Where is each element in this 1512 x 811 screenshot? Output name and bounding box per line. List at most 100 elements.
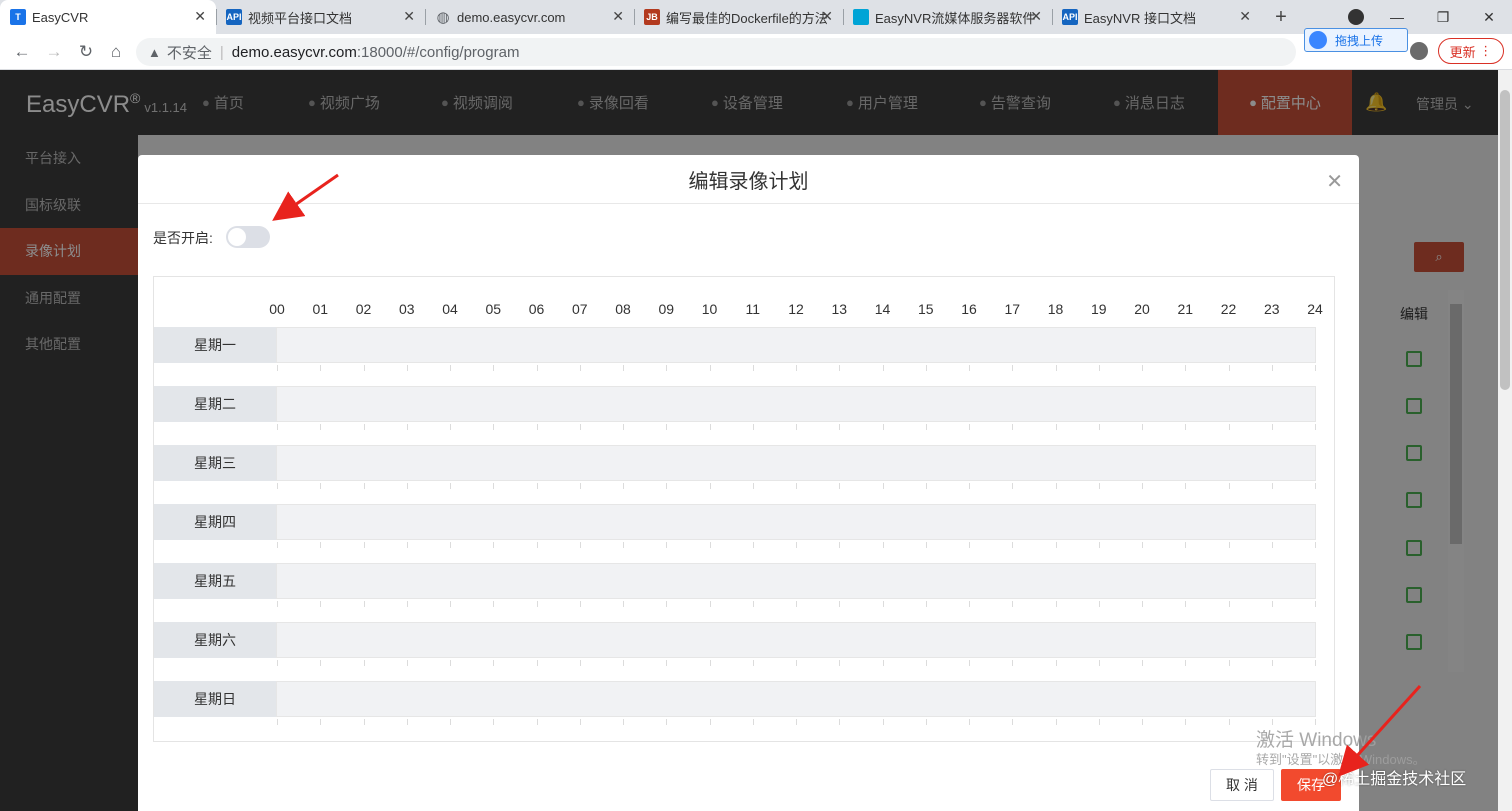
hour-tick — [277, 719, 278, 725]
cancel-button[interactable]: 取 消 — [1210, 769, 1274, 801]
update-button[interactable]: 更新 ⋮ — [1438, 38, 1504, 64]
tab-close-icon[interactable]: ✕ — [612, 8, 624, 25]
hour-tick — [1228, 719, 1230, 725]
hour-tick — [450, 483, 451, 489]
hour-tick — [363, 601, 365, 607]
hour-tick — [1098, 660, 1100, 666]
hour-tick — [1012, 719, 1014, 725]
day-label: 星期四 — [154, 504, 276, 540]
new-tab-icon[interactable]: + — [1261, 0, 1301, 34]
drag-upload-button[interactable]: 拖拽上传 — [1304, 28, 1408, 52]
hour-tick — [839, 719, 841, 725]
hour-label: 20 — [1134, 301, 1150, 317]
forward-icon[interactable]: → — [42, 40, 66, 64]
hour-tick — [839, 483, 841, 489]
url-input[interactable]: ▲ 不安全 | demo.easycvr.com:18000/#/config/… — [136, 38, 1296, 66]
profile-icon[interactable] — [1410, 42, 1428, 60]
day-time-bar[interactable] — [276, 327, 1316, 363]
close-icon[interactable]: ✕ — [1326, 169, 1343, 194]
day-time-bar[interactable] — [276, 386, 1316, 422]
hour-tick — [406, 660, 408, 666]
hour-tick — [1185, 542, 1187, 548]
hour-tick — [363, 365, 365, 371]
hour-tick — [709, 660, 711, 666]
hour-tick — [882, 424, 884, 430]
hour-tick — [752, 719, 754, 725]
hour-label: 18 — [1047, 301, 1064, 317]
hour-tick — [709, 483, 711, 489]
tab-favicon-icon: JB — [644, 9, 660, 25]
hour-tick — [493, 601, 495, 607]
hour-tick — [969, 660, 970, 666]
minimize-icon[interactable]: — — [1374, 9, 1420, 25]
tab-close-icon[interactable]: ✕ — [1239, 8, 1251, 25]
hour-tick — [796, 542, 797, 548]
hour-tick — [1142, 483, 1143, 489]
upload-label: 拖拽上传 — [1335, 33, 1384, 48]
hour-label: 00 — [269, 301, 285, 317]
hour-tick — [882, 601, 884, 607]
hour-tick — [969, 483, 970, 489]
hour-tick — [882, 660, 884, 666]
browser-tab[interactable]: JB 编写最佳的Dockerfile的方法 ✕ — [634, 0, 843, 34]
hour-tick — [493, 483, 495, 489]
hour-tick — [1098, 542, 1100, 548]
hour-tick — [406, 483, 408, 489]
hour-tick — [969, 365, 970, 371]
hour-tick — [363, 542, 365, 548]
hour-tick — [277, 601, 278, 607]
hour-label: 21 — [1177, 301, 1194, 317]
reload-icon[interactable]: ↻ — [74, 40, 98, 64]
hour-tick — [1142, 424, 1143, 430]
hour-tick — [925, 719, 927, 725]
hour-tick — [363, 719, 365, 725]
browser-tab[interactable]: EasyNVR流媒体服务器软件 ✕ — [843, 0, 1052, 34]
hour-tick — [666, 365, 668, 371]
browser-tab[interactable]: T EasyCVR ✕ — [0, 0, 216, 34]
tab-title: EasyNVR 接口文档 — [1084, 10, 1196, 26]
hour-tick — [320, 719, 322, 725]
hour-tick — [1012, 601, 1014, 607]
hour-tick — [1315, 719, 1316, 725]
tab-favicon-icon: API — [1062, 9, 1078, 25]
day-time-bar[interactable] — [276, 622, 1316, 658]
hour-tick — [1315, 424, 1316, 430]
hour-tick — [536, 601, 538, 607]
tab-close-icon[interactable]: ✕ — [821, 8, 833, 25]
cloud-icon — [1309, 31, 1327, 49]
day-time-bar[interactable] — [276, 563, 1316, 599]
hour-tick — [969, 424, 970, 430]
hour-tick — [277, 365, 278, 371]
home-icon[interactable]: ⌂ — [104, 40, 128, 64]
hour-tick — [1142, 542, 1143, 548]
tab-close-icon[interactable]: ✕ — [1030, 8, 1042, 25]
hour-tick — [1228, 542, 1230, 548]
browser-menu-icon[interactable] — [1348, 9, 1364, 25]
address-bar: ← → ↻ ⌂ ▲ 不安全 | demo.easycvr.com:18000/#… — [0, 34, 1512, 70]
day-time-bar[interactable] — [276, 445, 1316, 481]
page-scrollbar[interactable] — [1498, 70, 1512, 811]
hour-tick — [1098, 365, 1100, 371]
hour-tick — [579, 424, 581, 430]
day-time-bar[interactable] — [276, 504, 1316, 540]
hour-label: 17 — [1004, 301, 1021, 317]
hour-tick — [1271, 424, 1273, 430]
day-row: 星期五 — [154, 563, 1316, 599]
hour-tick — [839, 365, 841, 371]
tab-close-icon[interactable]: ✕ — [403, 8, 415, 25]
browser-tab[interactable]: ◍ demo.easycvr.com ✕ — [425, 0, 634, 34]
hour-tick — [406, 424, 408, 430]
day-row: 星期二 — [154, 386, 1316, 422]
hour-label: 07 — [571, 301, 588, 317]
day-time-bar[interactable] — [276, 681, 1316, 717]
tab-close-icon[interactable]: ✕ — [194, 8, 206, 25]
toggle-knob — [228, 228, 246, 246]
browser-tab[interactable]: API EasyNVR 接口文档 ✕ — [1052, 0, 1261, 34]
back-icon[interactable]: ← — [10, 40, 34, 64]
maximize-icon[interactable]: ❐ — [1420, 9, 1466, 26]
browser-tab[interactable]: API 视频平台接口文档 ✕ — [216, 0, 425, 34]
hour-tick — [1315, 660, 1316, 666]
close-window-icon[interactable]: ✕ — [1466, 9, 1512, 26]
enable-toggle[interactable] — [226, 226, 270, 248]
url-separator: | — [219, 43, 224, 61]
